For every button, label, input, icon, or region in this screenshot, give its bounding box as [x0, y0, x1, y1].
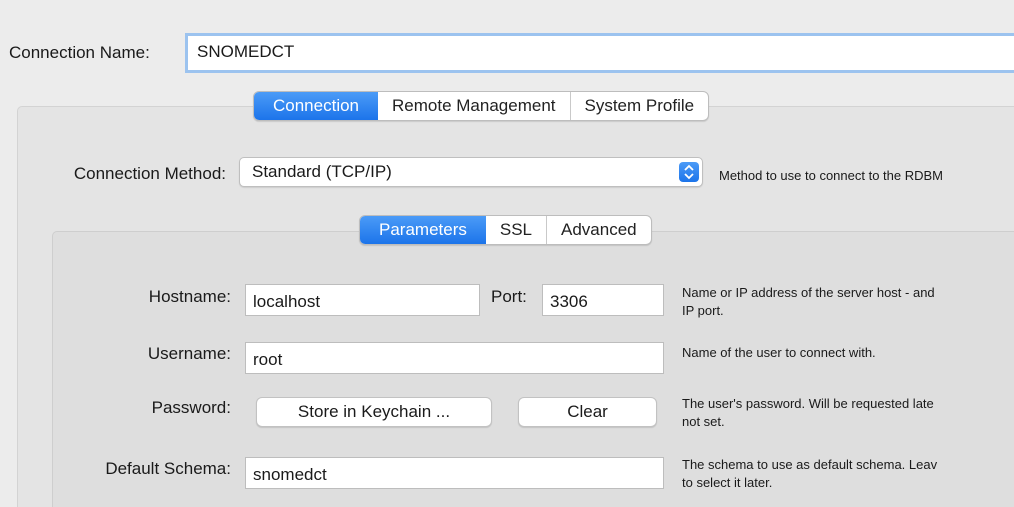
tab-ssl[interactable]: SSL	[486, 216, 548, 244]
tab-remote-management[interactable]: Remote Management	[378, 92, 571, 120]
main-tab-bar: Connection Remote Management System Prof…	[253, 91, 710, 121]
connection-method-label: Connection Method:	[73, 164, 226, 183]
password-label: Password:	[151, 398, 231, 417]
hostname-label: Hostname:	[148, 287, 231, 306]
username-label: Username:	[147, 344, 231, 363]
select-arrows-icon[interactable]	[679, 162, 699, 182]
username-input[interactable]: root	[245, 342, 664, 374]
hostname-input[interactable]: localhost	[245, 284, 480, 316]
store-in-keychain-button[interactable]: Store in Keychain ...	[256, 397, 492, 427]
username-help: Name of the user to connect with.	[682, 345, 876, 360]
hostname-help: Name or IP address of the server host - …	[682, 285, 935, 318]
default-schema-help: The schema to use as default schema. Lea…	[682, 457, 938, 490]
tab-connection[interactable]: Connection	[254, 92, 379, 120]
port-input[interactable]: 3306	[542, 284, 664, 316]
port-label: Port:	[491, 287, 527, 306]
connection-method-select[interactable]: Standard (TCP/IP)	[239, 157, 703, 187]
tab-parameters[interactable]: Parameters	[360, 216, 486, 244]
tab-advanced[interactable]: Advanced	[547, 216, 651, 244]
clear-password-button[interactable]: Clear	[518, 397, 657, 427]
default-schema-input[interactable]: snomedct	[245, 457, 664, 489]
password-help: The user's password. Will be requested l…	[682, 396, 934, 429]
parameters-tab-bar: Parameters SSL Advanced	[359, 215, 652, 245]
connection-name-label: Connection Name:	[9, 43, 150, 62]
tab-system-profile[interactable]: System Profile	[571, 92, 709, 120]
connection-name-input[interactable]: SNOMEDCT	[185, 33, 1014, 73]
connection-method-help: Method to use to connect to the RDBM	[719, 168, 944, 183]
default-schema-label: Default Schema:	[105, 459, 231, 478]
